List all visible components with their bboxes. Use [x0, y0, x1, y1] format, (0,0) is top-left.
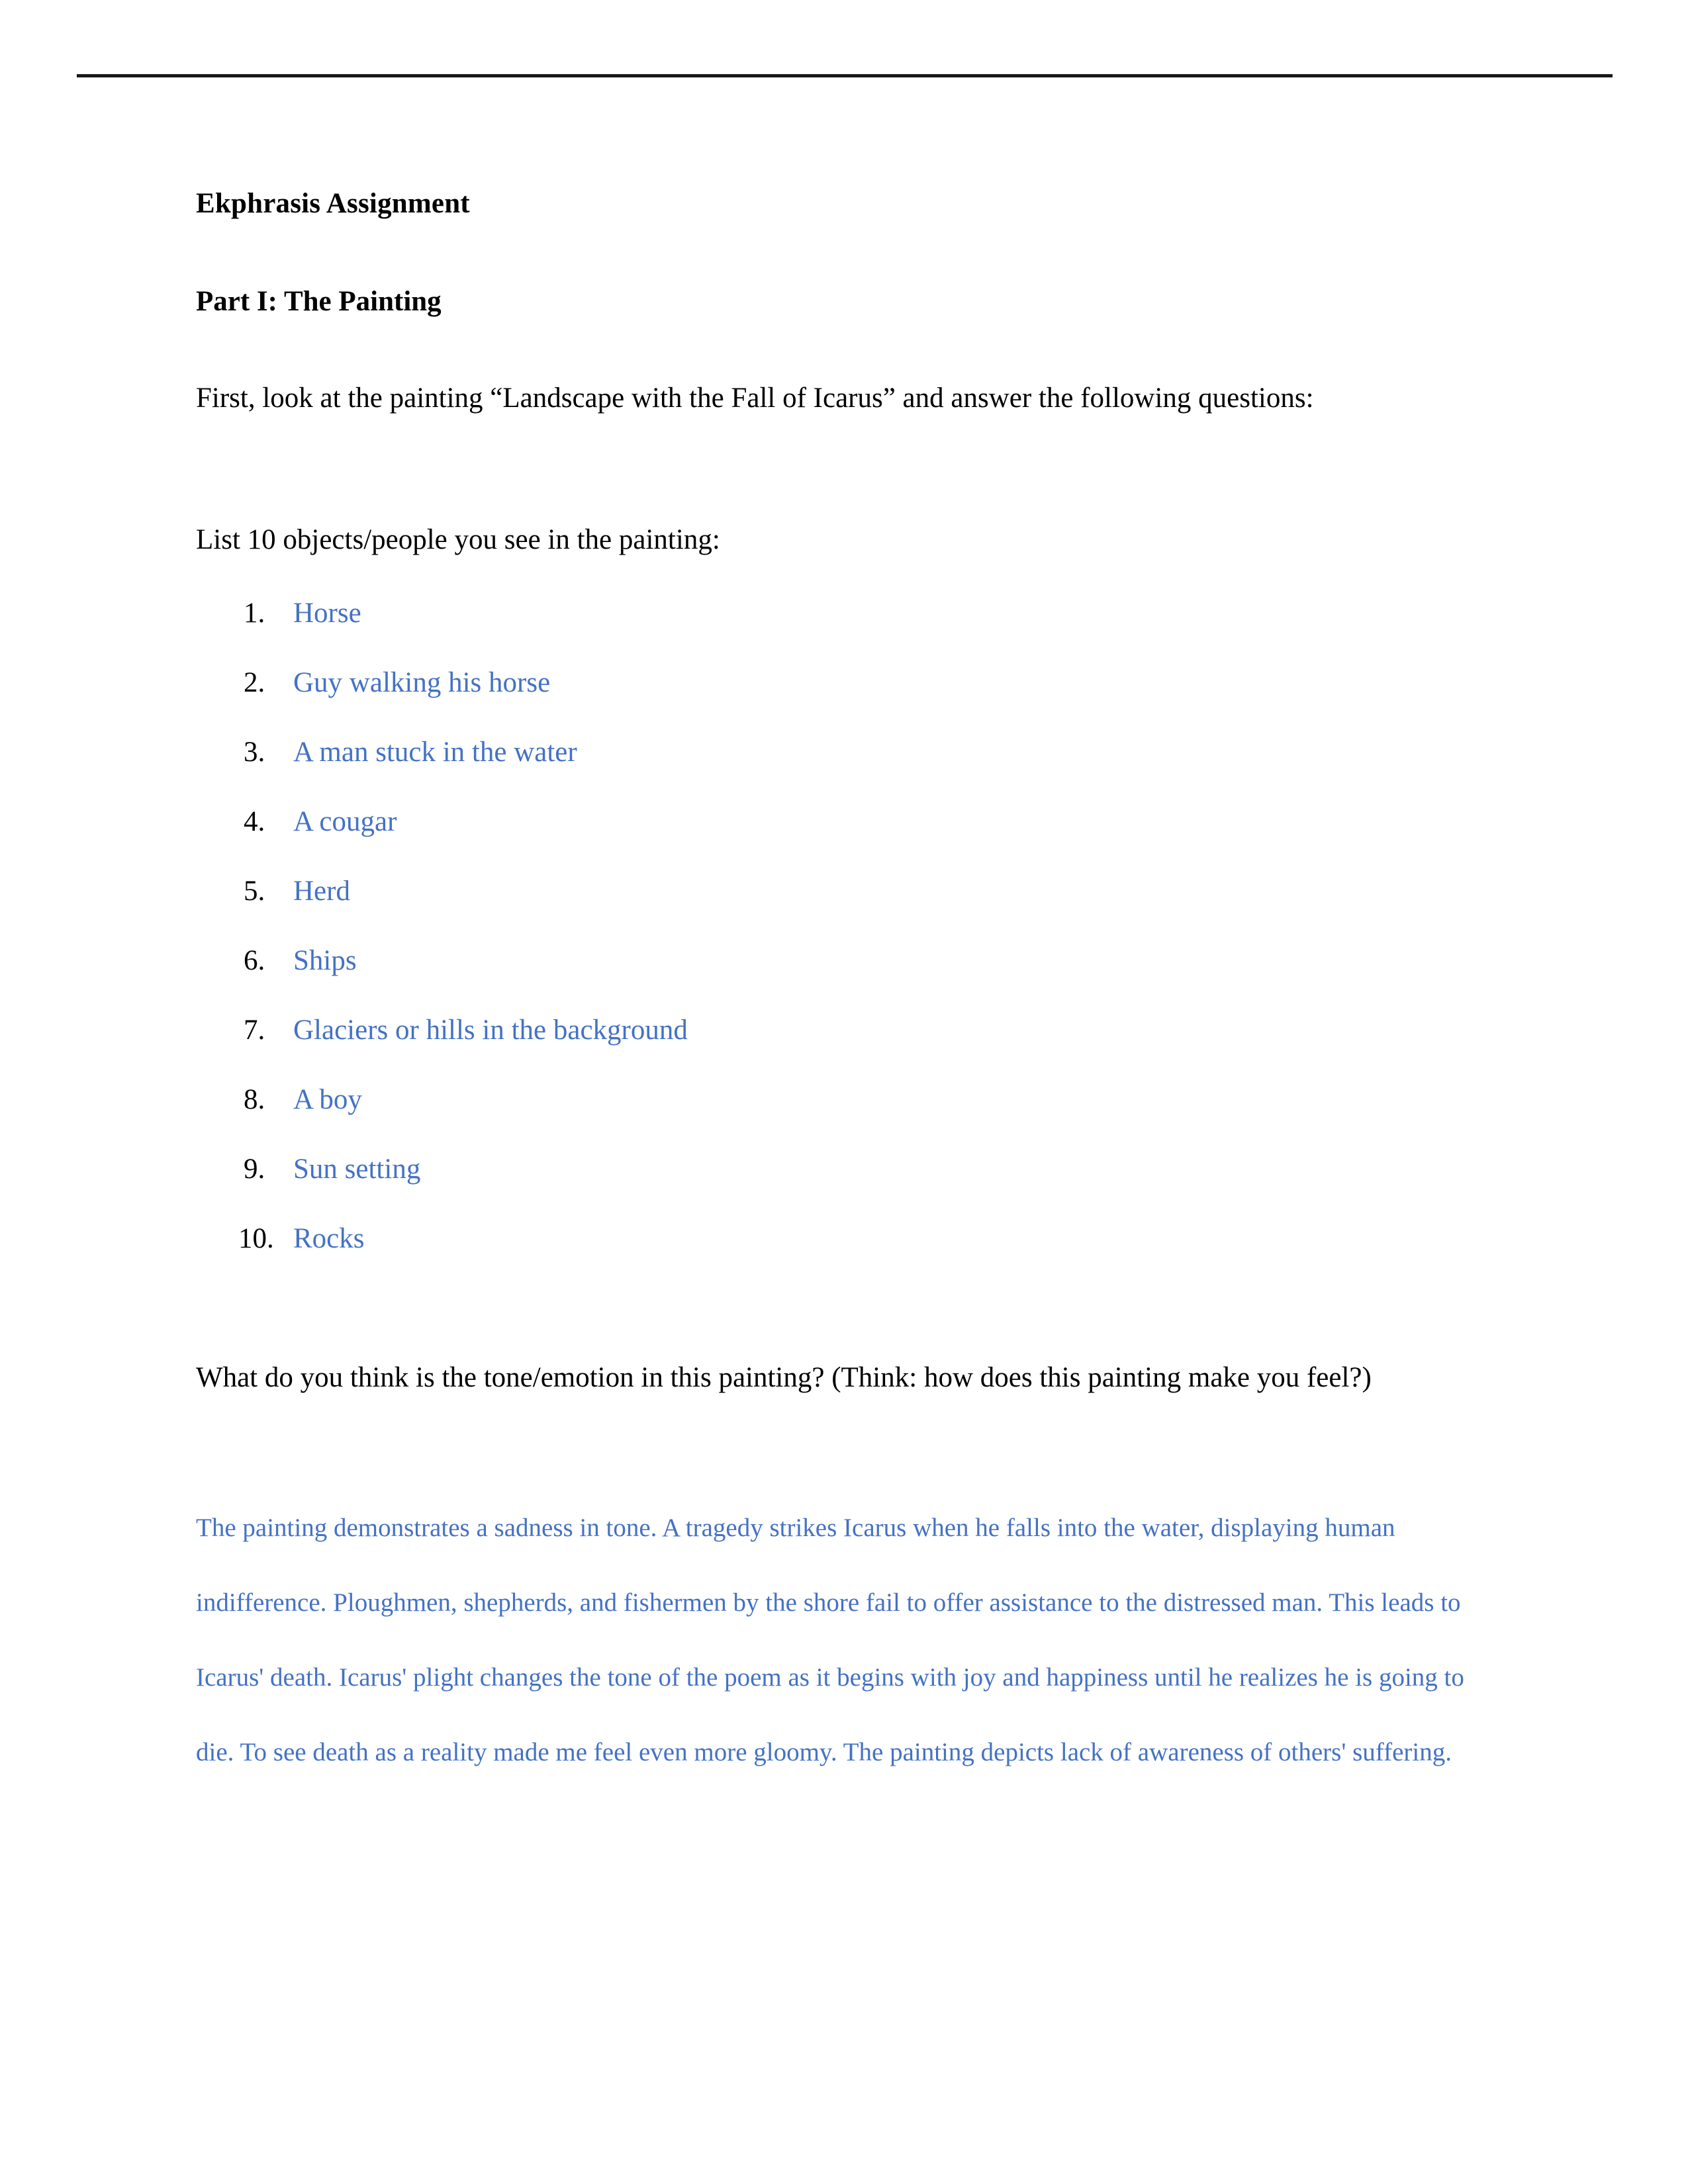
answer-tone-paragraph: The painting demonstrates a sadness in t… — [196, 1514, 1464, 1766]
list-item-label: A cougar — [293, 806, 397, 837]
page-title: Ekphrasis Assignment — [196, 188, 470, 219]
list-item: 1. Horse — [196, 597, 1454, 666]
list-marker: 6. — [244, 945, 265, 976]
list-marker: 9. — [244, 1154, 265, 1185]
list-item: 5. Herd — [196, 875, 1454, 944]
list-marker: 10. — [238, 1223, 274, 1254]
section-heading-part-one: Part I: The Painting — [196, 286, 442, 317]
prompt-list-intro: List 10 objects/people you see in the pa… — [196, 524, 720, 555]
header-separator-rule — [77, 74, 1613, 77]
list-item-label: A boy — [293, 1084, 362, 1115]
list-item: 7. Glaciers or hills in the background — [196, 1014, 1454, 1083]
list-item-label: Glaciers or hills in the background — [293, 1015, 688, 1046]
list-item-label: A man stuck in the water — [293, 737, 577, 768]
list-item-label: Sun setting — [293, 1154, 421, 1185]
list-item-label: Herd — [293, 876, 350, 907]
list-item-label: Horse — [293, 598, 361, 629]
list-item-label: Ships — [293, 945, 357, 976]
list-marker: 1. — [244, 598, 265, 629]
list-marker: 3. — [244, 737, 265, 768]
list-item-label: Guy walking his horse — [293, 667, 551, 698]
list-item: 6. Ships — [196, 944, 1454, 1014]
list-marker: 4. — [244, 806, 265, 837]
list-marker: 8. — [244, 1084, 265, 1115]
prompt-tone-question: What do you think is the tone/emotion in… — [196, 1362, 1372, 1393]
list-item: 4. A cougar — [196, 805, 1454, 875]
list-item: 2. Guy walking his horse — [196, 666, 1454, 736]
object-list: 1. Horse 2. Guy walking his horse 3. A m… — [196, 597, 1454, 1292]
list-item: 3. A man stuck in the water — [196, 736, 1454, 805]
list-marker: 2. — [244, 667, 265, 698]
list-item: 9. Sun setting — [196, 1153, 1454, 1222]
list-marker: 5. — [244, 876, 265, 907]
document-page: Ekphrasis Assignment Part I: The Paintin… — [0, 0, 1688, 2184]
prompt-intro-question: First, look at the painting “Landscape w… — [196, 383, 1314, 414]
list-item: 8. A boy — [196, 1083, 1454, 1153]
list-item-label: Rocks — [293, 1223, 365, 1254]
list-marker: 7. — [244, 1015, 265, 1046]
list-item: 10. Rocks — [196, 1222, 1454, 1292]
